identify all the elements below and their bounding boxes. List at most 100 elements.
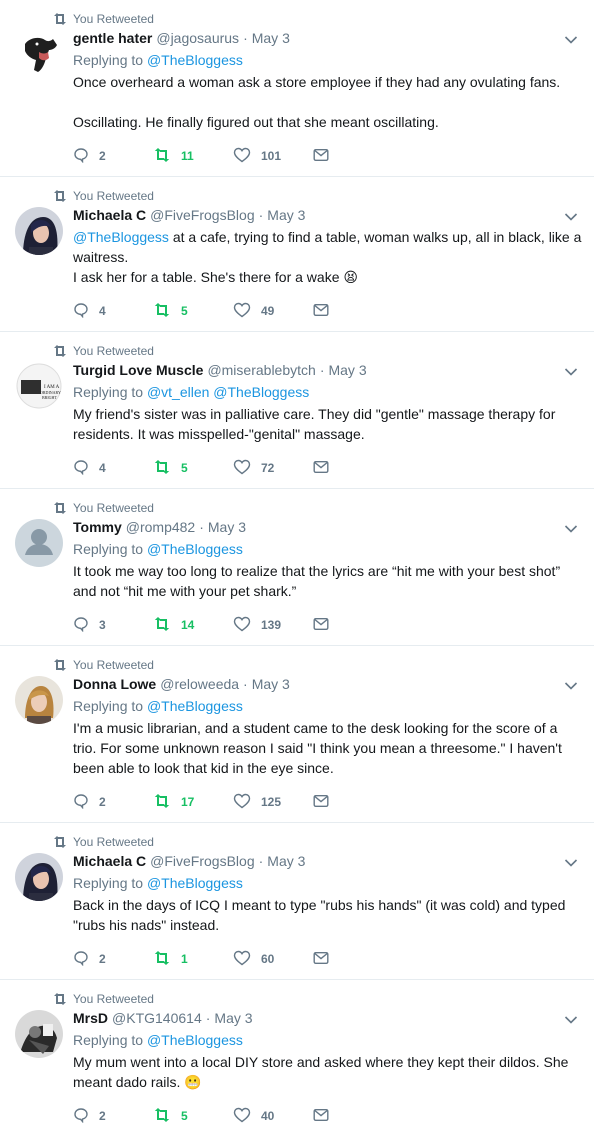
retweet-button[interactable]: 17	[153, 793, 233, 812]
chevron-down-icon[interactable]	[564, 209, 578, 221]
retweet-button[interactable]: 1	[153, 950, 233, 969]
direct-message-button[interactable]	[313, 951, 393, 968]
like-count: 49	[261, 304, 275, 318]
display-name[interactable]: Donna Lowe	[73, 675, 156, 693]
heart-icon	[233, 793, 261, 812]
tweet-text: Once overheard a woman ask a store emplo…	[73, 72, 582, 132]
reply-button[interactable]: 4	[73, 459, 153, 478]
like-button[interactable]: 72	[233, 459, 313, 478]
retweet-button[interactable]: 5	[153, 459, 233, 478]
retweeted-label: You Retweeted	[73, 12, 154, 26]
reply-mention-link[interactable]: @TheBloggess	[147, 698, 243, 714]
direct-message-button[interactable]	[313, 148, 393, 165]
reply-button[interactable]: 2	[73, 1107, 153, 1126]
display-name[interactable]: Michaela C	[73, 206, 146, 224]
woman-blonde-avatar[interactable]	[15, 676, 63, 724]
chevron-down-icon[interactable]	[564, 678, 578, 690]
reply-icon	[73, 950, 99, 969]
reply-button[interactable]: 2	[73, 147, 153, 166]
like-button[interactable]: 139	[233, 616, 313, 635]
mention-link[interactable]: @TheBloggess	[73, 229, 169, 245]
user-handle[interactable]: @miserablebytch	[207, 361, 315, 379]
user-handle[interactable]: @FiveFrogsBlog	[150, 206, 254, 224]
tweet-text-content: Once overheard a woman ask a store emplo…	[73, 74, 561, 130]
user-handle[interactable]: @reloweeda	[160, 675, 239, 693]
reply-mention-link[interactable]: @TheBloggess	[147, 52, 243, 68]
user-handle[interactable]: @jagosaurus	[156, 29, 239, 47]
like-button[interactable]: 101	[233, 147, 313, 166]
tweet[interactable]: You Retweeted gentle hater @jagosaurus · May…	[0, 0, 594, 177]
direct-message-button[interactable]	[313, 794, 393, 811]
user-handle[interactable]: @romp482	[126, 518, 195, 536]
tweet-date[interactable]: May 3	[214, 1009, 252, 1027]
tweet[interactable]: You Retweeted I AM A ORDINARY BRIGHT Turgid …	[0, 332, 594, 489]
replying-to-label: Replying to	[73, 1032, 144, 1048]
like-button[interactable]: 60	[233, 950, 313, 969]
tweet[interactable]: You Retweeted Donna Lowe @reloweeda · May 3R…	[0, 646, 594, 823]
display-name[interactable]: gentle hater	[73, 29, 152, 47]
reply-button[interactable]: 2	[73, 793, 153, 812]
direct-message-button[interactable]	[313, 460, 393, 477]
tweet-date[interactable]: May 3	[267, 852, 305, 870]
retweeted-label: You Retweeted	[73, 992, 154, 1006]
user-handle[interactable]: @KTG140614	[112, 1009, 202, 1027]
tweet-date[interactable]: May 3	[252, 675, 290, 693]
tweet-date[interactable]: May 3	[267, 206, 305, 224]
replying-to-label: Replying to	[73, 541, 144, 557]
direct-message-button[interactable]	[313, 617, 393, 634]
separator-dot: ·	[258, 853, 264, 869]
retweeted-label: You Retweeted	[73, 658, 154, 672]
display-name[interactable]: Tommy	[73, 518, 122, 536]
reply-mention-link[interactable]: @TheBloggess	[213, 384, 309, 400]
tweet[interactable]: You Retweeted Michaela C @FiveFrogsBlog · Ma…	[0, 177, 594, 332]
chevron-down-icon[interactable]	[564, 32, 578, 44]
reply-button[interactable]: 3	[73, 616, 153, 635]
chevron-down-icon[interactable]	[564, 364, 578, 376]
retweet-button[interactable]: 5	[153, 302, 233, 321]
user-handle[interactable]: @FiveFrogsBlog	[150, 852, 254, 870]
tweet[interactable]: You Retweeted MrsD @KTG140614 · May 3 Replyin…	[0, 980, 594, 1131]
default-avatar[interactable]	[15, 519, 63, 567]
retweet-button[interactable]: 14	[153, 616, 233, 635]
retweet-count: 1	[181, 952, 188, 966]
woman-dark-hair-avatar[interactable]	[15, 207, 63, 255]
direct-message-button[interactable]	[313, 303, 393, 320]
heart-icon	[233, 302, 261, 321]
reply-button[interactable]: 2	[73, 950, 153, 969]
chevron-down-icon[interactable]	[564, 521, 578, 533]
retweeted-context: You Retweeted	[15, 833, 582, 851]
reply-mention-link[interactable]: @vt_ellen	[147, 384, 209, 400]
chevron-down-icon[interactable]	[564, 855, 578, 867]
like-button[interactable]: 40	[233, 1107, 313, 1126]
separator-dot: ·	[205, 1010, 211, 1026]
replying-to: Replying to @TheBloggess	[73, 1030, 582, 1050]
display-name[interactable]: Turgid Love Muscle	[73, 361, 203, 379]
direct-message-button[interactable]	[313, 1108, 393, 1125]
tweet-date[interactable]: May 3	[252, 29, 290, 47]
tweet[interactable]: You Retweeted Michaela C @FiveFrogsBlog · Ma…	[0, 823, 594, 980]
tweet-date[interactable]: May 3	[328, 361, 366, 379]
display-name[interactable]: MrsD	[73, 1009, 108, 1027]
display-name[interactable]: Michaela C	[73, 852, 146, 870]
retweet-button[interactable]: 5	[153, 1107, 233, 1126]
woman-dark-hair-avatar[interactable]	[15, 853, 63, 901]
bw-photo-avatar[interactable]	[15, 1010, 63, 1058]
dog-avatar[interactable]	[15, 30, 63, 78]
retweeted-label: You Retweeted	[73, 501, 154, 515]
reply-mention-link[interactable]: @TheBloggess	[147, 541, 243, 557]
badge-logo-avatar[interactable]: I AM A ORDINARY BRIGHT	[15, 362, 63, 410]
tweet-header: Tommy @romp482 · May 3	[73, 517, 582, 537]
retweeted-context: You Retweeted	[15, 499, 582, 517]
reply-mention-link[interactable]: @TheBloggess	[147, 1032, 243, 1048]
tweet-date[interactable]: May 3	[208, 518, 246, 536]
tweet[interactable]: You Retweeted Tommy @romp482 · May 3 Replying…	[0, 489, 594, 646]
tweet-text: Back in the days of ICQ I meant to type …	[73, 895, 582, 935]
retweet-button[interactable]: 11	[153, 147, 233, 166]
reply-mention-link[interactable]: @TheBloggess	[147, 875, 243, 891]
like-button[interactable]: 125	[233, 793, 313, 812]
chevron-down-icon[interactable]	[564, 1012, 578, 1024]
reply-button[interactable]: 4	[73, 302, 153, 321]
like-button[interactable]: 49	[233, 302, 313, 321]
retweet-icon	[153, 459, 181, 478]
like-count: 72	[261, 461, 275, 475]
